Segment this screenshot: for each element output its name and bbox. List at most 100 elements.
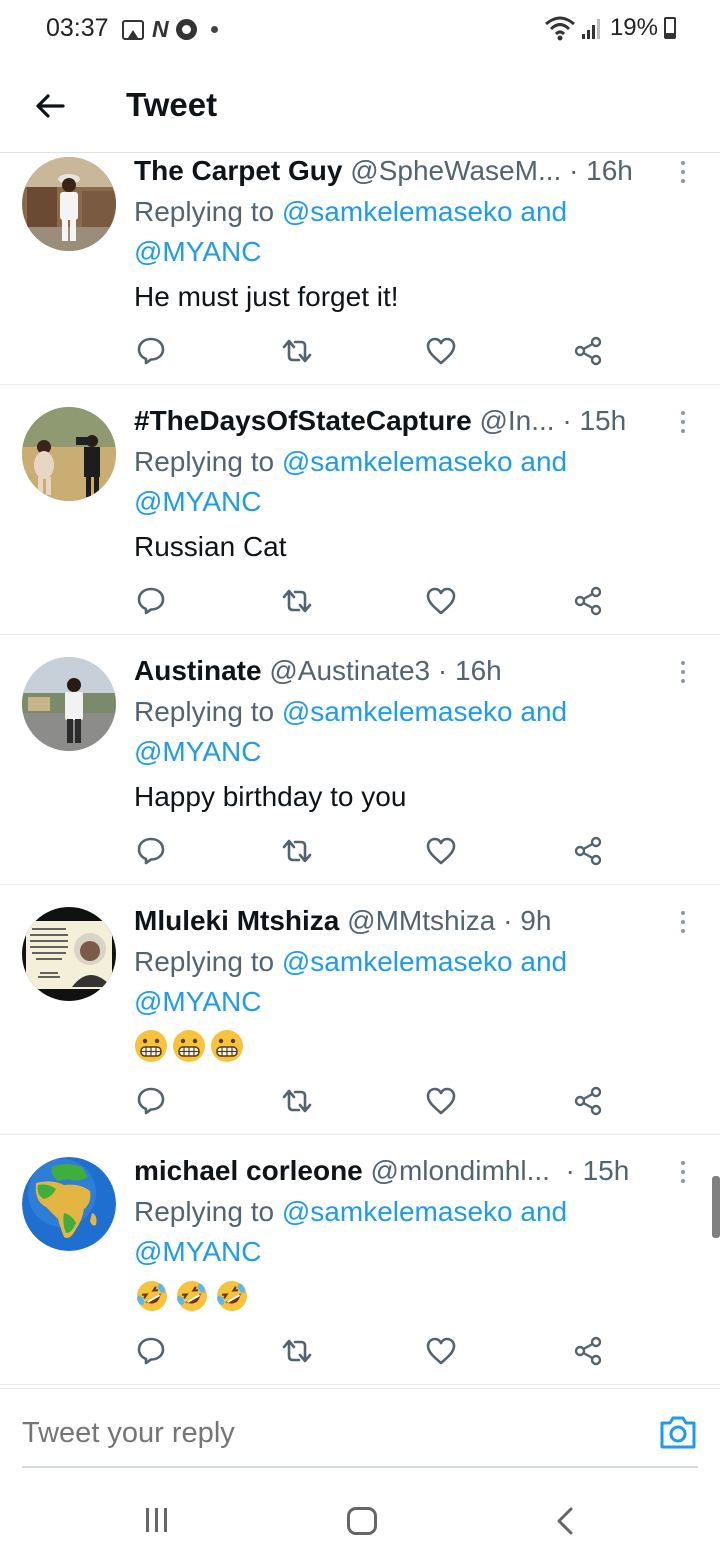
share-icon[interactable] xyxy=(571,334,605,368)
replying-to: Replying to @samkelemaseko and @MYANC xyxy=(134,1196,568,1267)
gallery-icon xyxy=(122,19,144,40)
mention-link[interactable]: @samkelemaseko xyxy=(282,696,513,727)
mention-link[interactable]: @MYANC xyxy=(134,736,261,767)
share-icon[interactable] xyxy=(571,1334,605,1368)
author-handle[interactable]: @Austinate3 xyxy=(269,655,430,687)
dot-icon xyxy=(210,26,218,33)
like-icon[interactable] xyxy=(424,334,458,368)
tweet-text: He must just forget it! xyxy=(134,281,399,312)
status-bar: 03:37 N 19% xyxy=(0,0,720,58)
back-button[interactable] xyxy=(28,84,72,128)
more-options-icon[interactable] xyxy=(676,1157,690,1187)
tweet-time: · 16h xyxy=(569,155,633,186)
author-name[interactable]: Mluleki Mtshiza xyxy=(134,905,339,937)
signal-icon xyxy=(581,17,600,39)
tweet-item[interactable]: The Carpet Guy @SpheWaseM... · 16h Reply… xyxy=(0,153,720,385)
status-time: 03:37 xyxy=(46,14,109,42)
like-icon[interactable] xyxy=(424,834,458,868)
mention-and[interactable]: and xyxy=(520,446,567,477)
tweet-actions xyxy=(134,1084,614,1118)
tweet-time: · 15h xyxy=(562,405,627,436)
tweet-header: Mluleki Mtshiza @MMtshiza · 9h xyxy=(134,905,660,937)
author-handle[interactable]: @SpheWaseM... xyxy=(350,155,561,187)
mention-and[interactable]: and xyxy=(520,196,567,227)
battery-percent: 19% xyxy=(609,14,658,41)
author-name[interactable]: michael corleone xyxy=(134,1155,363,1187)
tweet-header: michael corleone @mlondimhl... · 15h xyxy=(134,1155,660,1187)
reply-icon[interactable] xyxy=(134,584,168,618)
rolling-laughing-emoji xyxy=(137,1281,167,1311)
more-options-icon[interactable] xyxy=(676,657,690,687)
replying-to: Replying to @samkelemaseko and @MYANC xyxy=(134,696,568,767)
tweet-header: Austinate @Austinate3 · 16h xyxy=(134,655,660,687)
mention-link[interactable]: @MYANC xyxy=(134,986,261,1017)
retweet-icon[interactable] xyxy=(280,584,314,618)
avatar[interactable] xyxy=(22,407,116,501)
mention-and[interactable]: and xyxy=(520,1196,567,1227)
avatar[interactable] xyxy=(22,157,116,251)
retweet-icon[interactable] xyxy=(280,834,314,868)
more-options-icon[interactable] xyxy=(676,407,690,437)
author-handle[interactable]: @mlondimhl... xyxy=(371,1155,550,1187)
reply-icon[interactable] xyxy=(134,334,168,368)
grimacing-face-emoji xyxy=(211,1030,243,1062)
mention-and[interactable]: and xyxy=(520,946,567,977)
share-icon[interactable] xyxy=(571,834,605,868)
rolling-laughing-emoji xyxy=(177,1281,207,1311)
tweet-text: Russian Cat xyxy=(134,531,287,562)
like-icon[interactable] xyxy=(424,1084,458,1118)
reply-input[interactable] xyxy=(22,1417,622,1450)
retweet-icon[interactable] xyxy=(280,1084,314,1118)
author-name[interactable]: The Carpet Guy xyxy=(134,155,342,187)
wifi-icon xyxy=(544,16,575,41)
reply-underline xyxy=(22,1466,698,1468)
mention-link[interactable]: @MYANC xyxy=(134,236,261,267)
author-handle[interactable]: @In... xyxy=(479,405,554,437)
like-icon[interactable] xyxy=(424,1334,458,1368)
mention-link[interactable]: @samkelemaseko xyxy=(282,196,513,227)
tweet-item[interactable]: michael corleone @mlondimhl... · 15h Rep… xyxy=(0,1135,720,1385)
author-handle[interactable]: @MMtshiza xyxy=(347,905,495,937)
back-icon[interactable] xyxy=(556,1506,574,1536)
tweet-item[interactable]: Mluleki Mtshiza @MMtshiza · 9h Replying … xyxy=(0,885,720,1135)
mention-link[interactable]: @samkelemaseko xyxy=(282,946,513,977)
tweet-actions xyxy=(134,1334,614,1368)
tweet-actions xyxy=(134,584,614,618)
author-name[interactable]: #TheDaysOfStateCapture xyxy=(134,405,472,437)
avatar[interactable] xyxy=(22,907,116,1001)
mention-link[interactable]: @MYANC xyxy=(134,1236,261,1267)
retweet-icon[interactable] xyxy=(280,334,314,368)
tweet-actions xyxy=(134,334,614,368)
avatar[interactable] xyxy=(22,1157,116,1251)
recent-apps-icon[interactable] xyxy=(146,1508,167,1532)
more-options-icon[interactable] xyxy=(676,157,690,187)
home-icon[interactable] xyxy=(347,1507,377,1535)
share-icon[interactable] xyxy=(571,584,605,618)
camera-icon xyxy=(660,1416,696,1449)
mention-and[interactable]: and xyxy=(520,696,567,727)
page-title: Tweet xyxy=(126,86,218,123)
tweet-time: · 15h xyxy=(565,1155,630,1186)
mention-link[interactable]: @MYANC xyxy=(134,486,261,517)
retweet-icon[interactable] xyxy=(280,1334,314,1368)
reply-icon[interactable] xyxy=(134,1334,168,1368)
mention-link[interactable]: @samkelemaseko xyxy=(282,446,513,477)
tweet-item[interactable]: Austinate @Austinate3 · 16h Replying to … xyxy=(0,635,720,885)
camera-button[interactable] xyxy=(658,1413,698,1453)
tweet-item[interactable]: #TheDaysOfStateCapture @In... · 15h Repl… xyxy=(0,385,720,635)
battery-icon xyxy=(664,17,676,39)
grimacing-face-emoji xyxy=(135,1030,167,1062)
reply-icon[interactable] xyxy=(134,834,168,868)
like-icon[interactable] xyxy=(424,584,458,618)
more-options-icon[interactable] xyxy=(676,907,690,937)
reply-composer xyxy=(0,1388,720,1468)
author-name[interactable]: Austinate xyxy=(134,655,262,687)
replying-to: Replying to @samkelemaseko and @MYANC xyxy=(134,446,568,517)
mention-link[interactable]: @samkelemaseko xyxy=(282,1196,513,1227)
share-icon[interactable] xyxy=(571,1084,605,1118)
tweet-time: · 16h xyxy=(437,655,502,686)
reply-icon[interactable] xyxy=(134,1084,168,1118)
emoji-row xyxy=(134,1279,250,1313)
scrollbar-thumb[interactable] xyxy=(712,1176,720,1238)
avatar[interactable] xyxy=(22,657,116,751)
